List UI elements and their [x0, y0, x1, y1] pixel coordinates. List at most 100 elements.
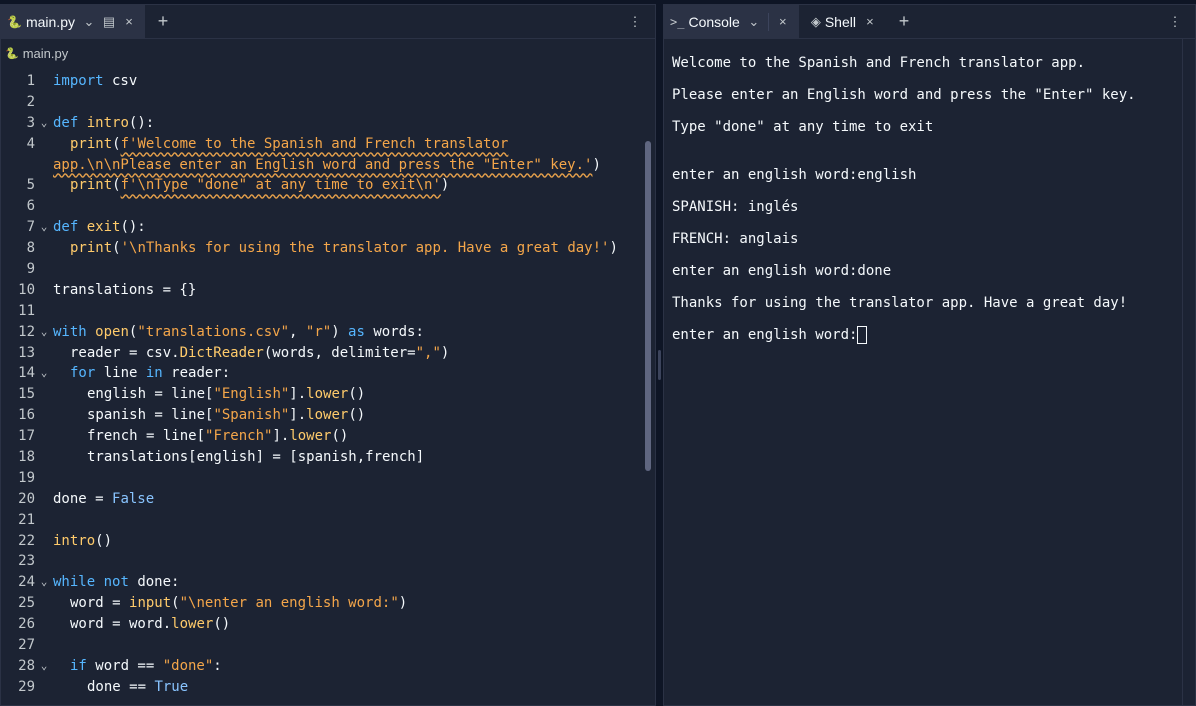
code-line[interactable]: 14 ⌄ for line in reader: — [1, 363, 641, 384]
code-token: () — [213, 616, 231, 633]
code-line[interactable]: 3 ⌄ def intro(): — [1, 113, 641, 134]
code-line[interactable]: 23 — [1, 551, 641, 572]
code-token: ) — [398, 595, 408, 612]
code-token: False — [112, 490, 155, 507]
code-line[interactable]: 16 spanish = line["Spanish"].lower() — [1, 405, 641, 426]
code-line[interactable]: 20 done = False — [1, 489, 641, 510]
console-output[interactable]: Welcome to the Spanish and French transl… — [664, 39, 1195, 359]
code-text: intro() — [53, 531, 112, 552]
code-editor[interactable]: 1 import csv 2 3 ⌄ def intro(): 4 print(f'Welco… — [1, 71, 641, 705]
code-line[interactable]: 26 word = word.lower() — [1, 614, 641, 635]
tab-label: main.py — [25, 13, 75, 30]
close-icon[interactable]: × — [119, 12, 139, 32]
code-line[interactable]: 22 intro() — [1, 531, 641, 552]
tab-shell-label: Shell — [824, 13, 856, 30]
code-line[interactable]: 9 — [1, 259, 641, 280]
fold-chevron-icon[interactable]: ⌄ — [35, 113, 53, 134]
code-token: app.\n\nPlease enter an English word and… — [53, 156, 593, 173]
code-line[interactable]: 13 reader = csv.DictReader(words, delimit… — [1, 343, 641, 364]
code-line[interactable]: 29 done == True — [1, 677, 641, 698]
kebab-menu-icon[interactable]: ⋮ — [625, 12, 645, 32]
code-token: done: — [128, 574, 180, 591]
line-number: 29 — [18, 678, 35, 695]
plus-icon[interactable]: + — [153, 11, 173, 32]
code-line[interactable]: 24 ⌄ while not done: — [1, 572, 641, 593]
code-token: reader: — [162, 365, 231, 382]
code-line[interactable]: 19 — [1, 468, 641, 489]
code-token: exit — [86, 219, 121, 236]
line-number: 7 — [26, 219, 35, 236]
code-line[interactable]: 21 — [1, 510, 641, 531]
python-file-icon: 🐍 — [7, 14, 22, 29]
kebab-menu-icon[interactable]: ⋮ — [1165, 12, 1185, 32]
code-token: word = word. — [70, 616, 172, 633]
line-number: 18 — [18, 449, 35, 466]
code-line[interactable]: 11 — [1, 301, 641, 322]
tab-main-py[interactable]: 🐍 main.py ⌄ ▤ × — [1, 5, 145, 38]
plus-icon[interactable]: + — [894, 11, 914, 32]
console-prompt: enter an english word: — [672, 327, 858, 343]
code-line[interactable]: 7 ⌄ def exit(): — [1, 217, 641, 238]
code-text: print(f'Welcome to the Spanish and Frenc… — [53, 134, 508, 155]
code-line[interactable]: 28 ⌄ if word == "done": — [1, 656, 641, 677]
editor-scroll-thumb[interactable] — [645, 141, 651, 471]
tab-console[interactable]: >_ Console ⌄ × — [664, 5, 799, 38]
code-token: ]. — [289, 386, 307, 403]
chevron-down-icon[interactable]: ⌄ — [744, 12, 764, 32]
code-line[interactable]: 27 — [1, 635, 641, 656]
code-text: french = line["French"].lower() — [53, 426, 348, 447]
code-line[interactable]: 1 import csv — [1, 71, 641, 92]
code-line[interactable]: 4 print(f'Welcome to the Spanish and Fren… — [1, 134, 641, 155]
code-line[interactable]: 25 word = input("\nenter an english word:… — [1, 593, 641, 614]
code-line[interactable]: 8 print('\nThanks for using the translato… — [1, 238, 641, 259]
code-line[interactable]: app.\n\nPlease enter an English word and… — [1, 155, 641, 176]
code-token: intro — [53, 532, 96, 549]
breadcrumb-file[interactable]: main.py — [23, 46, 69, 61]
code-line[interactable]: 17 french = line["French"].lower() — [1, 426, 641, 447]
fold-chevron-icon[interactable]: ⌄ — [35, 363, 53, 384]
fold-chevron-icon[interactable]: ⌄ — [35, 656, 53, 677]
code-line[interactable]: 15 english = line["English"].lower() — [1, 384, 641, 405]
code-token: ( — [171, 595, 180, 612]
code-token: ( — [112, 240, 121, 257]
page-icon[interactable]: ▤ — [99, 12, 119, 32]
fold-chevron-icon[interactable]: ⌄ — [35, 322, 53, 343]
editor-pane: 🐍 main.py ⌄ ▤ × + ⋮ 🐍 main.py 1 import cs… — [0, 4, 656, 706]
fold-chevron-icon[interactable]: ⌄ — [35, 572, 53, 593]
code-text: app.\n\nPlease enter an English word and… — [53, 155, 601, 176]
tab-shell[interactable]: ◈ Shell × — [805, 5, 886, 38]
code-line[interactable]: 5 print(f'\nType "done" at any time to ex… — [1, 175, 641, 196]
fold-chevron-icon[interactable]: ⌄ — [35, 217, 53, 238]
code-token: intro — [86, 114, 129, 131]
code-line[interactable]: 12 ⌄ with open("translations.csv", "r") as… — [1, 322, 641, 343]
code-token: ]. — [272, 428, 290, 445]
close-icon[interactable]: × — [860, 12, 880, 32]
code-line[interactable]: 2 — [1, 92, 641, 113]
code-line[interactable]: 10 translations = {} — [1, 280, 641, 301]
code-token: def — [53, 219, 79, 236]
code-token: f'\nType "done" at any time to exit\n' — [120, 177, 441, 194]
line-number: 21 — [18, 511, 35, 528]
code-line[interactable]: 18 translations[english] = [spanish,frenc… — [1, 447, 641, 468]
code-token: csv — [103, 73, 138, 89]
line-number: 2 — [26, 93, 35, 110]
code-line[interactable]: 6 — [1, 196, 641, 217]
code-token: lower — [171, 616, 214, 633]
console-scrollbar[interactable] — [1182, 39, 1195, 705]
editor-scrollbar[interactable] — [641, 71, 655, 705]
close-icon[interactable]: × — [773, 12, 793, 32]
code-text: word = word.lower() — [53, 614, 230, 635]
line-number: 4 — [26, 135, 35, 152]
chevron-down-icon[interactable]: ⌄ — [79, 12, 99, 32]
code-text: done == True — [53, 677, 188, 698]
code-token: if — [70, 657, 87, 674]
code-token: word = — [70, 595, 130, 612]
pane-divider-handle[interactable] — [658, 350, 661, 380]
console-prompt-line[interactable]: enter an english word: — [672, 319, 1187, 351]
